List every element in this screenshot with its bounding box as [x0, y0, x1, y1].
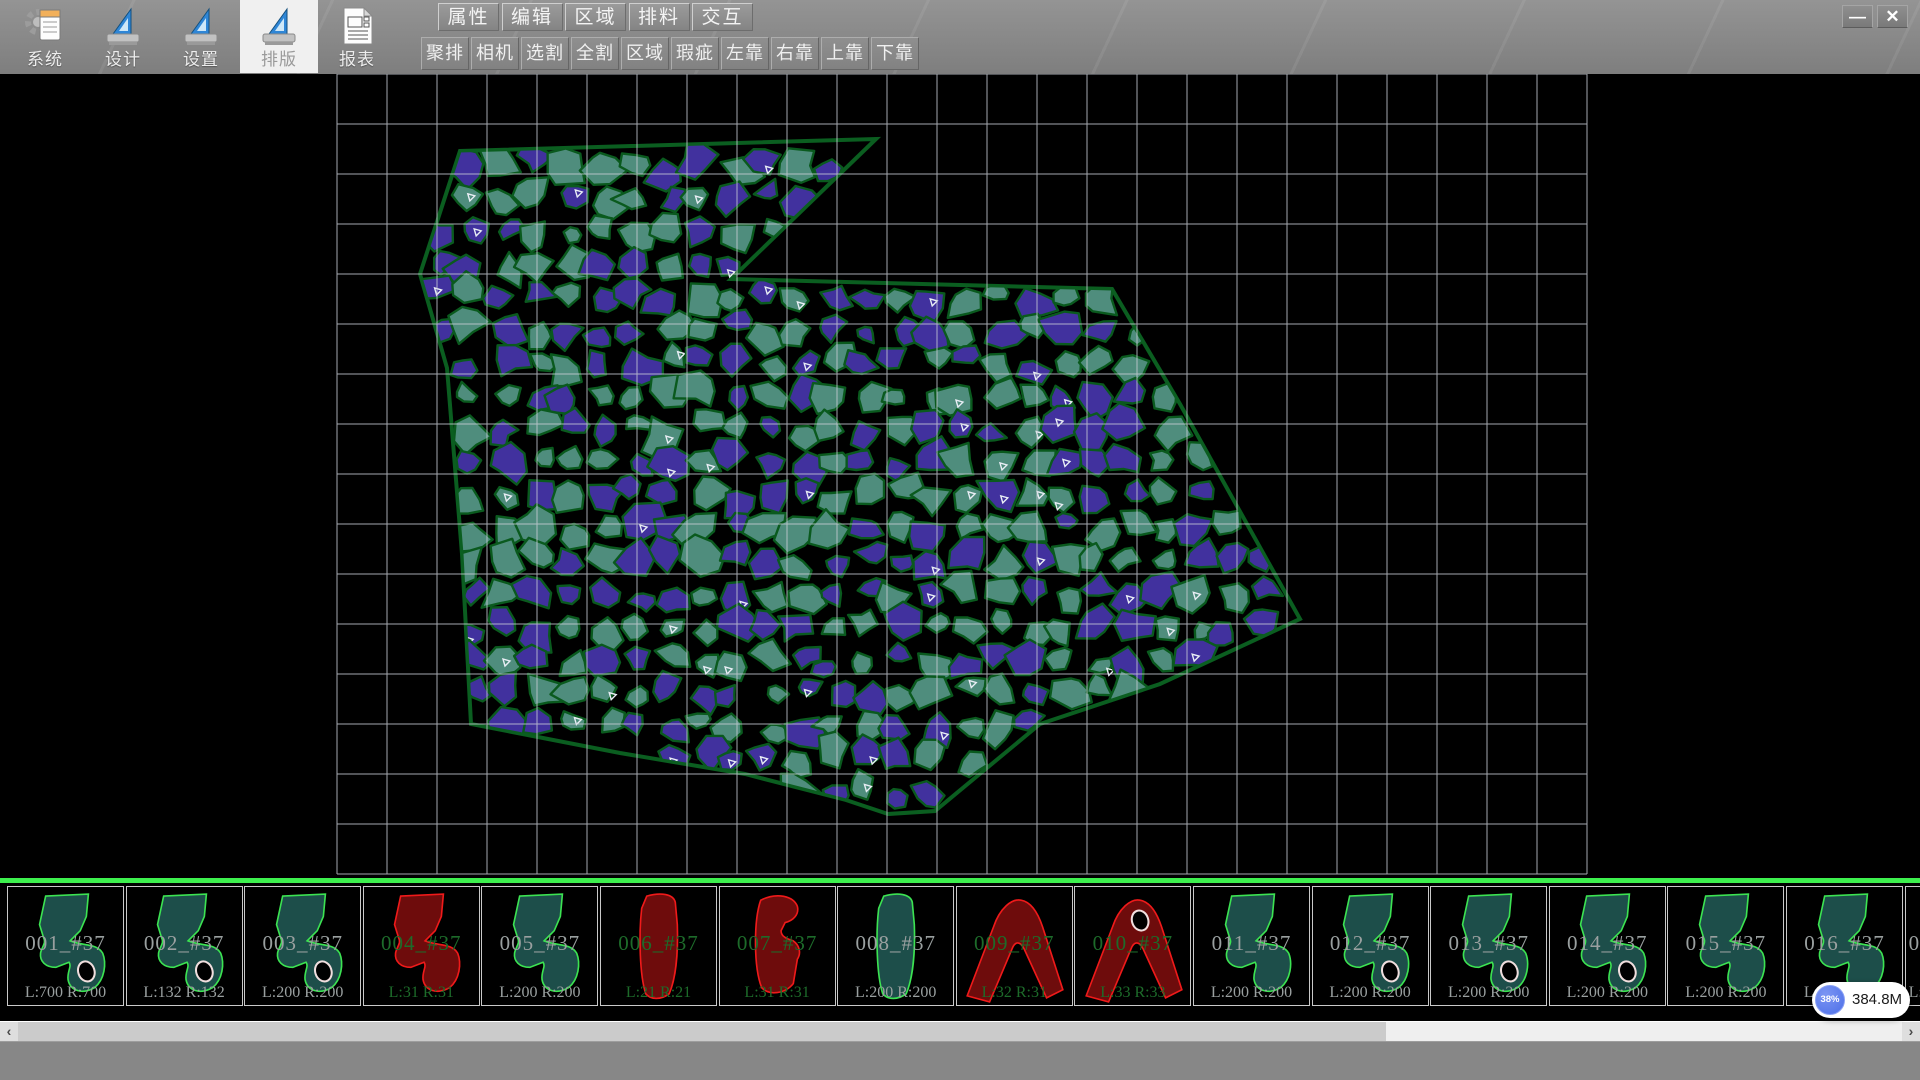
piece-cell-004_#37[interactable]: 004_#37 L:31 R:31 [363, 886, 480, 1006]
piece-id-label: 008_#37 [838, 931, 953, 956]
piece-id-label: 004_#37 [364, 931, 479, 956]
menu-button-2[interactable]: 编辑 [502, 3, 563, 31]
piece-lr-count: L:200 R:200 [1668, 984, 1783, 1002]
piece-cell-010_#37[interactable]: 010_#37 L:33 R:33 [1074, 886, 1191, 1006]
piece-id-label: 011_#37 [1194, 931, 1309, 956]
menu-button-5[interactable]: 交互 [692, 3, 753, 31]
nesting-canvas[interactable] [0, 74, 1920, 878]
piece-cell-006_#37[interactable]: 006_#37 L:21 R:21 [600, 886, 717, 1006]
scroll-right-icon[interactable]: › [1902, 1022, 1920, 1041]
piece-id-label: 005_#37 [482, 931, 597, 956]
piece-lr-count: L:200 R:200 [1313, 984, 1428, 1002]
tool-button-4[interactable]: 全割 [571, 37, 619, 70]
piece-id-label: 015_#37 [1668, 931, 1783, 956]
piece-cell-001_#37[interactable]: 001_#37 L:700 R:700 [7, 886, 124, 1006]
menu-button-1[interactable]: 属性 [438, 3, 499, 31]
app-button-label: 报表 [318, 45, 396, 70]
piece-id-label: 0 [1906, 931, 1920, 956]
tool-button-3[interactable]: 选割 [521, 37, 569, 70]
piece-cell-009_#37[interactable]: 009_#37 L:32 R:31 [956, 886, 1073, 1006]
piece-cell-007_#37[interactable]: 007_#37 L:31 R:31 [719, 886, 836, 1006]
memory-badge: 38% 384.8M [1812, 982, 1910, 1018]
piece-lr-count: L:200 R:200 [1431, 984, 1546, 1002]
memory-percent-indicator: 38% [1815, 985, 1845, 1015]
piece-id-label: 002_#37 [127, 931, 242, 956]
piece-id-label: 013_#37 [1431, 931, 1546, 956]
hide-nesting-drawing [0, 74, 1920, 878]
piece-id-label: 016_#37 [1787, 931, 1902, 956]
app-button-label: 设计 [84, 45, 162, 70]
app-button-label: 系统 [6, 45, 84, 70]
piece-cell-008_#37[interactable]: 008_#37 L:200 R:200 [837, 886, 954, 1006]
tool-button-10[interactable]: 下靠 [871, 37, 919, 70]
tool-button-6[interactable]: 瑕疵 [671, 37, 719, 70]
app-button-4[interactable]: 排版 [240, 0, 318, 73]
piece-lr-count: L:132 R:132 [127, 984, 242, 1002]
piece-id-label: 006_#37 [601, 931, 716, 956]
piece-cell-015_#37[interactable]: 015_#37 L:200 R:200 [1667, 886, 1784, 1006]
menu-button-3[interactable]: 区域 [565, 3, 626, 31]
app-button-label: 设置 [162, 45, 240, 70]
app-button-2[interactable]: 设计 [84, 0, 162, 73]
app-button-5[interactable]: 报表 [318, 0, 396, 73]
piece-cell-014_#37[interactable]: 014_#37 L:200 R:200 [1549, 886, 1666, 1006]
piece-id-label: 012_#37 [1313, 931, 1428, 956]
piece-cell-005_#37[interactable]: 005_#37 L:200 R:200 [481, 886, 598, 1006]
minimize-button[interactable]: — [1842, 5, 1873, 28]
close-button[interactable]: ✕ [1877, 5, 1908, 28]
horizontal-scrollbar[interactable]: ‹ › [0, 1021, 1920, 1041]
menu-button-4[interactable]: 排料 [629, 3, 690, 31]
app-button-3[interactable]: 设置 [162, 0, 240, 73]
piece-lr-count: L:31 R:31 [720, 984, 835, 1002]
piece-lr-count: L:21 R:21 [601, 984, 716, 1002]
piece-cell-011_#37[interactable]: 011_#37 L:200 R:200 [1193, 886, 1310, 1006]
app-button-label: 排版 [240, 45, 318, 70]
piece-cell-002_#37[interactable]: 002_#37 L:132 R:132 [126, 886, 243, 1006]
piece-lr-count: L:200 R:200 [1550, 984, 1665, 1002]
piece-cell-003_#37[interactable]: 003_#37 L:200 R:200 [244, 886, 361, 1006]
piece-lr-count: L:700 R:700 [8, 984, 123, 1002]
tool-button-2[interactable]: 相机 [471, 37, 519, 70]
status-bar [0, 1041, 1920, 1080]
piece-lr-count: L:200 R:200 [1194, 984, 1309, 1002]
piece-id-label: 001_#37 [8, 931, 123, 956]
piece-lr-count: L:200 R:200 [482, 984, 597, 1002]
piece-thumbnail-strip: 001_#37L:700 R:700002_#37L:132 R:132003_… [0, 878, 1920, 1021]
piece-lr-count: L:200 R:200 [245, 984, 360, 1002]
piece-id-label: 010_#37 [1075, 931, 1190, 956]
piece-id-label: 003_#37 [245, 931, 360, 956]
scrollbar-thumb[interactable] [18, 1022, 1386, 1041]
piece-lr-count: L:32 R:31 [957, 984, 1072, 1002]
strip-accent-line [0, 878, 1920, 883]
piece-cell-013_#37[interactable]: 013_#37 L:200 R:200 [1430, 886, 1547, 1006]
piece-id-label: 009_#37 [957, 931, 1072, 956]
scroll-left-icon[interactable]: ‹ [0, 1022, 18, 1041]
piece-id-label: 014_#37 [1550, 931, 1665, 956]
tool-button-5[interactable]: 区域 [621, 37, 669, 70]
main-toolbar: 系统设计设置排版报表 属性编辑区域排料交互 聚排相机选割全割区域瑕疵左靠右靠上靠… [0, 0, 1920, 75]
tool-button-1[interactable]: 聚排 [421, 37, 469, 70]
piece-cell-012_#37[interactable]: 012_#37 L:200 R:200 [1312, 886, 1429, 1006]
app-button-1[interactable]: 系统 [6, 0, 84, 73]
piece-lr-count: L:31 R:31 [364, 984, 479, 1002]
memory-amount: 384.8M [1852, 982, 1902, 1018]
tool-button-8[interactable]: 右靠 [771, 37, 819, 70]
piece-cell-0[interactable]: 0L: [1905, 886, 1920, 1006]
tool-button-9[interactable]: 上靠 [821, 37, 869, 70]
piece-lr-count: L:33 R:33 [1075, 984, 1190, 1002]
piece-lr-count: L:200 R:200 [838, 984, 953, 1002]
tool-button-7[interactable]: 左靠 [721, 37, 769, 70]
piece-id-label: 007_#37 [720, 931, 835, 956]
